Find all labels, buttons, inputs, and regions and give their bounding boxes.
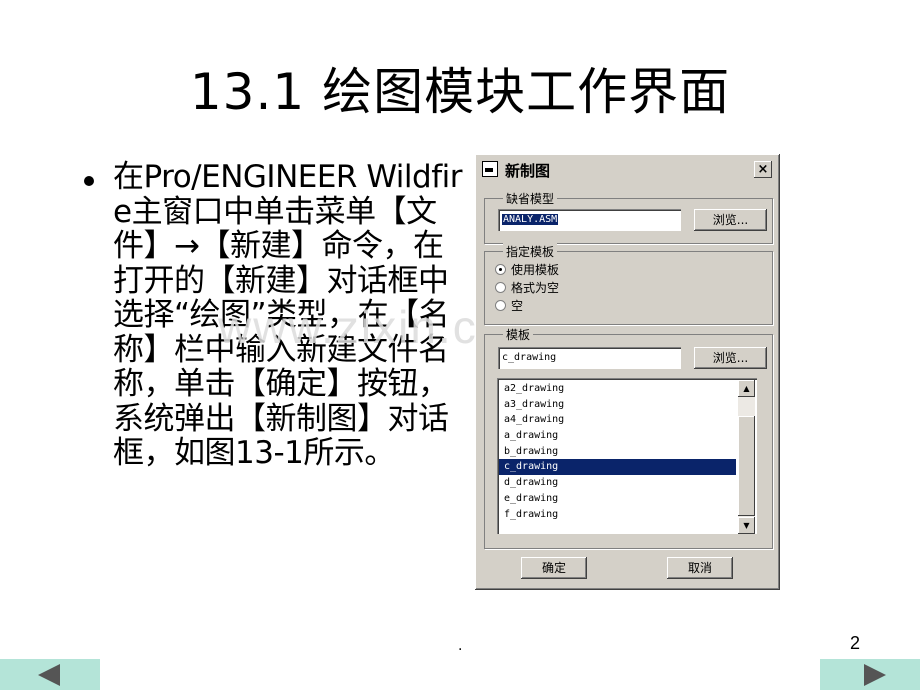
radio-selected-icon: [495, 264, 506, 275]
template-label: 模板: [503, 326, 534, 343]
browse-template-button[interactable]: 浏览...: [694, 347, 767, 369]
browse-model-button[interactable]: 浏览...: [694, 209, 767, 231]
template-spec-label: 指定模板: [503, 243, 558, 260]
template-list-items: a2_drawing a3_drawing a4_drawing a_drawing b…: [499, 381, 736, 522]
default-model-label: 缺省模型: [503, 190, 558, 207]
close-button[interactable]: ×: [754, 161, 772, 178]
dialog-title: 新制图: [505, 162, 551, 180]
scroll-up-icon[interactable]: ▲: [738, 380, 755, 397]
scroll-thumb[interactable]: [738, 416, 755, 516]
template-list-item[interactable]: b_drawing: [499, 444, 736, 460]
scrollbar[interactable]: ▲ ▼: [738, 380, 755, 534]
slide-title: 13.1 绘图模块工作界面: [189, 63, 731, 121]
next-slide-button[interactable]: [820, 659, 920, 690]
template-list-item[interactable]: c_drawing: [499, 459, 736, 476]
default-model-value: ANALY.ASM: [502, 214, 559, 225]
dialog-titlebar[interactable]: 新制图 ×: [478, 157, 777, 182]
template-spec-group: 指定模板 使用模板 格式为空 空: [484, 243, 773, 325]
template-list[interactable]: a2_drawing a3_drawing a4_drawing a_drawing b…: [497, 378, 757, 534]
template-list-item[interactable]: a2_drawing: [499, 381, 736, 397]
bullet-text: 在Pro/ENGINEER Wildfire主窗口中单击菜单【文件】→【新建】命…: [113, 159, 462, 471]
template-field[interactable]: c_drawing: [498, 347, 681, 369]
default-model-field[interactable]: ANALY.ASM: [498, 209, 681, 231]
triangle-left-icon: [38, 664, 60, 686]
page-number: 2: [850, 633, 861, 653]
radio-empty-format-label: 格式为空: [511, 281, 560, 295]
template-value: c_drawing: [502, 352, 557, 363]
cancel-button[interactable]: 取消: [667, 557, 733, 579]
template-list-item[interactable]: a_drawing: [499, 428, 736, 444]
bullet-icon: [84, 176, 94, 186]
center-mark: .: [458, 638, 463, 654]
template-list-item[interactable]: d_drawing: [499, 475, 736, 491]
new-drawing-dialog: 新制图 × 缺省模型 ANALY.ASM 浏览... 指定模板 使用模板 格式为…: [475, 154, 780, 590]
radio-empty-label: 空: [511, 299, 524, 313]
window-icon: [482, 161, 498, 177]
template-list-item[interactable]: a3_drawing: [499, 397, 736, 413]
template-list-item[interactable]: f_drawing: [499, 507, 736, 523]
ok-button[interactable]: 确定: [521, 557, 587, 579]
default-model-group: 缺省模型 ANALY.ASM 浏览...: [484, 190, 773, 244]
triangle-right-icon: [864, 664, 886, 686]
prev-slide-button[interactable]: [0, 659, 100, 690]
template-list-item[interactable]: e_drawing: [499, 491, 736, 507]
radio-icon: [495, 282, 506, 293]
radio-empty-format[interactable]: 格式为空: [495, 280, 559, 296]
radio-use-template-label: 使用模板: [511, 263, 560, 277]
scroll-down-icon[interactable]: ▼: [738, 517, 755, 534]
template-list-item[interactable]: a4_drawing: [499, 412, 736, 428]
radio-use-template[interactable]: 使用模板: [495, 262, 559, 278]
radio-empty[interactable]: 空: [495, 298, 523, 314]
radio-icon: [495, 300, 506, 311]
